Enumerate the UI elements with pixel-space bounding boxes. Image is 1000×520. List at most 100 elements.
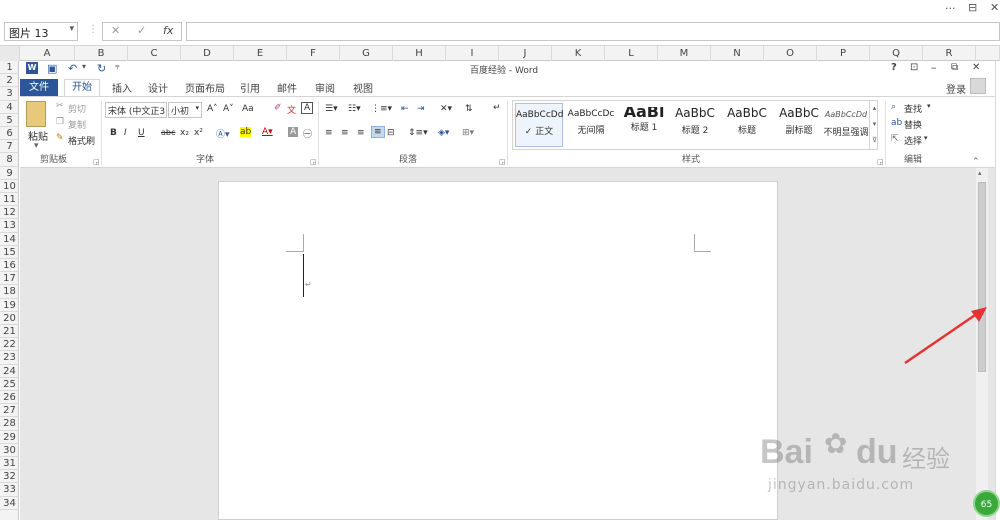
align-center-icon[interactable]: ≡	[341, 128, 349, 138]
row-header[interactable]: 7	[0, 140, 19, 154]
row-header[interactable]: 17	[0, 272, 19, 286]
row-header[interactable]: 14	[0, 233, 19, 246]
row-header[interactable]: 6	[0, 127, 19, 141]
row-header[interactable]: 13	[0, 219, 19, 233]
style-subtle-emphasis[interactable]: AaBbCcDd 不明显强调	[823, 107, 869, 152]
more-icon[interactable]: ⊽	[872, 136, 877, 144]
tab-references[interactable]: 引用	[240, 80, 260, 95]
enter-icon[interactable]: ✓	[137, 24, 146, 37]
justify-icon[interactable]: ≡	[371, 126, 385, 138]
row-header[interactable]: 28	[0, 417, 19, 431]
column-header[interactable]: P	[817, 46, 870, 61]
row-header[interactable]: 16	[0, 259, 19, 273]
drag-handle-icon[interactable]: ⋮	[88, 24, 98, 35]
strikethrough-button[interactable]: abc	[161, 128, 175, 137]
align-right-icon[interactable]: ≡	[357, 128, 365, 138]
column-header[interactable]: B	[75, 46, 128, 61]
row-header[interactable]: 23	[0, 351, 19, 365]
tab-home[interactable]: 开始	[64, 79, 100, 97]
column-header[interactable]: N	[711, 46, 764, 61]
formula-input[interactable]	[186, 22, 1000, 41]
change-case-button[interactable]: Aa	[242, 104, 254, 114]
row-header[interactable]: 2	[0, 74, 19, 88]
cut-button[interactable]: 剪切	[68, 102, 86, 115]
bullets-icon[interactable]: ☰▾	[325, 104, 338, 114]
tab-view[interactable]: 视图	[353, 80, 373, 95]
restore-button[interactable]: ⧉	[951, 62, 958, 73]
row-header[interactable]: 3	[0, 87, 19, 101]
row-header[interactable]: 24	[0, 365, 19, 378]
row-header[interactable]: 1	[0, 61, 19, 75]
help-button[interactable]: ?	[891, 62, 897, 73]
collapse-ribbon-icon[interactable]: ⌃	[972, 157, 980, 167]
row-header[interactable]: 18	[0, 285, 19, 299]
row-header[interactable]: 33	[0, 483, 19, 497]
format-painter-button[interactable]: 格式刷	[68, 134, 95, 147]
row-header[interactable]: 5	[0, 114, 19, 127]
tab-design[interactable]: 设计	[148, 80, 168, 95]
column-header[interactable]: A	[20, 46, 75, 61]
align-left-icon[interactable]: ≡	[325, 128, 333, 138]
column-header[interactable]: H	[393, 46, 446, 61]
asian-layout-icon[interactable]: ✕▾	[440, 104, 452, 114]
more-options-button[interactable]: ···	[945, 2, 956, 15]
row-header[interactable]: 30	[0, 444, 19, 457]
replace-icon[interactable]: ab	[891, 118, 902, 128]
shrink-font-icon[interactable]: A˅	[223, 104, 234, 114]
column-header[interactable]	[976, 46, 1000, 61]
bold-button[interactable]: B	[110, 128, 117, 138]
italic-button[interactable]: I	[124, 128, 127, 138]
column-header[interactable]: E	[234, 46, 287, 61]
column-header[interactable]: C	[128, 46, 181, 61]
decrease-indent-icon[interactable]: ⇤	[401, 104, 409, 114]
row-header[interactable]: 34	[0, 497, 19, 510]
status-badge[interactable]: 65	[973, 490, 1000, 517]
ribbon-display-button[interactable]: ⊡	[910, 62, 918, 73]
style-normal[interactable]: AaBbCcDd ✓ 正文	[515, 103, 563, 147]
row-header[interactable]: 29	[0, 431, 19, 444]
row-header[interactable]: 4	[0, 101, 19, 114]
chevron-down-icon[interactable]: ▾	[82, 62, 86, 71]
login-link[interactable]: 登录	[946, 81, 966, 96]
gallery-scroll[interactable]: ▴ ▾ ⊽	[869, 100, 879, 150]
column-header[interactable]: M	[658, 46, 711, 61]
row-header[interactable]: 19	[0, 299, 19, 312]
row-header[interactable]: 26	[0, 391, 19, 405]
select-icon[interactable]: ⇱	[891, 134, 899, 144]
name-box[interactable]: 图片 13 ▾	[4, 22, 78, 41]
find-button[interactable]: 查找	[904, 102, 922, 115]
paste-icon[interactable]	[26, 101, 46, 127]
row-header[interactable]: 22	[0, 338, 19, 352]
column-header[interactable]: J	[499, 46, 552, 61]
redo-icon[interactable]: ↻	[97, 62, 106, 75]
font-name-select[interactable]: 宋体 (中文正3	[105, 102, 167, 118]
select-button[interactable]: 选择	[904, 134, 922, 147]
chevron-up-icon[interactable]: ▴	[873, 104, 877, 112]
tab-insert[interactable]: 插入	[112, 80, 132, 95]
text-effects-icon[interactable]: Ⓐ▾	[216, 127, 230, 140]
dialog-launcher-icon[interactable]: ◲	[310, 158, 317, 166]
column-header[interactable]: G	[340, 46, 393, 61]
row-header[interactable]: 10	[0, 180, 19, 193]
underline-button[interactable]: U	[138, 128, 145, 138]
clear-format-icon[interactable]: ✐	[274, 103, 282, 113]
highlight-icon[interactable]: ab	[240, 127, 252, 137]
customize-qat-icon[interactable]: ⫧	[115, 62, 120, 72]
scroll-up-icon[interactable]: ▴	[978, 169, 982, 177]
column-header[interactable]: O	[764, 46, 817, 61]
close-button[interactable]: ✕	[972, 62, 980, 73]
font-color-icon[interactable]: A▾	[262, 127, 273, 137]
copy-icon[interactable]: ❐	[56, 117, 64, 127]
copy-button[interactable]: 复制	[68, 118, 86, 131]
close-button[interactable]: ✕	[990, 1, 999, 14]
column-header[interactable]: K	[552, 46, 605, 61]
char-shading-icon[interactable]: A	[288, 127, 299, 137]
shading-icon[interactable]: ◈▾	[438, 128, 449, 138]
style-heading-2[interactable]: AaBbC 标题 2	[669, 107, 721, 152]
font-size-select[interactable]: 小初 ▾	[168, 102, 202, 118]
row-header[interactable]: 15	[0, 246, 19, 259]
dialog-launcher-icon[interactable]: ◲	[499, 158, 506, 166]
phonetic-guide-icon[interactable]: 文	[287, 103, 296, 116]
row-header[interactable]: 31	[0, 457, 19, 471]
cut-icon[interactable]: ✂	[56, 101, 64, 111]
